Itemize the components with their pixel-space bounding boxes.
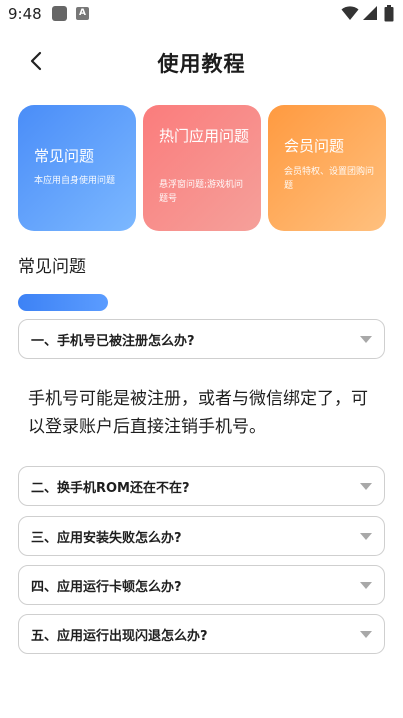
page-title: 使用教程: [157, 52, 246, 76]
card-common-questions[interactable]: 常见问题 本应用自身使用问题: [18, 105, 136, 231]
faq-item-1[interactable]: 一、手机号已被注册怎么办?: [18, 319, 385, 359]
a-notification-icon: A: [76, 7, 89, 20]
faq-item-2[interactable]: 二、换手机ROM还在不在?: [18, 466, 385, 506]
card-title: 热门应用问题: [159, 127, 250, 145]
signal-icon: [363, 6, 377, 20]
faq-question: 四、应用运行卡顿怎么办?: [31, 580, 182, 595]
battery-icon: [384, 5, 394, 22]
status-bar: 9:48 A: [0, 0, 403, 28]
status-time: 9:48: [8, 5, 42, 23]
card-popular-app-questions[interactable]: 热门应用问题 悬浮窗问题;游戏机问题号: [143, 105, 261, 231]
faq-answer: 手机号可能是被注册，或者与微信绑定了，可以登录账户后直接注销手机号。: [28, 389, 368, 437]
header: 使用教程: [0, 40, 403, 82]
chevron-down-icon: [360, 336, 372, 343]
faq-question: 一、手机号已被注册怎么办?: [31, 334, 195, 349]
card-subtitle: 本应用自身使用问题: [34, 176, 116, 186]
card-member-questions[interactable]: 会员问题 会员特权、设置团购问题: [268, 105, 386, 231]
section-indicator: [18, 294, 108, 311]
card-title: 会员问题: [284, 137, 345, 155]
app-notification-icon: [52, 6, 67, 21]
chevron-down-icon: [360, 533, 372, 540]
card-subtitle: 会员特权、设置团购问题: [284, 167, 375, 191]
card-title: 常见问题: [34, 147, 95, 165]
faq-item-5[interactable]: 五、应用运行出现闪退怎么办?: [18, 614, 385, 654]
faq-question: 三、应用安装失败怎么办?: [31, 531, 182, 546]
card-subtitle: 悬浮窗问题;游戏机问题号: [159, 180, 244, 204]
wifi-icon: [341, 6, 359, 20]
section-title: 常见问题: [18, 257, 86, 277]
chevron-down-icon: [360, 483, 372, 490]
faq-item-3[interactable]: 三、应用安装失败怎么办?: [18, 516, 385, 556]
chevron-down-icon: [360, 631, 372, 638]
faq-item-4[interactable]: 四、应用运行卡顿怎么办?: [18, 565, 385, 605]
faq-question: 二、换手机ROM还在不在?: [31, 481, 190, 496]
chevron-down-icon: [360, 582, 372, 589]
faq-question: 五、应用运行出现闪退怎么办?: [31, 629, 208, 644]
